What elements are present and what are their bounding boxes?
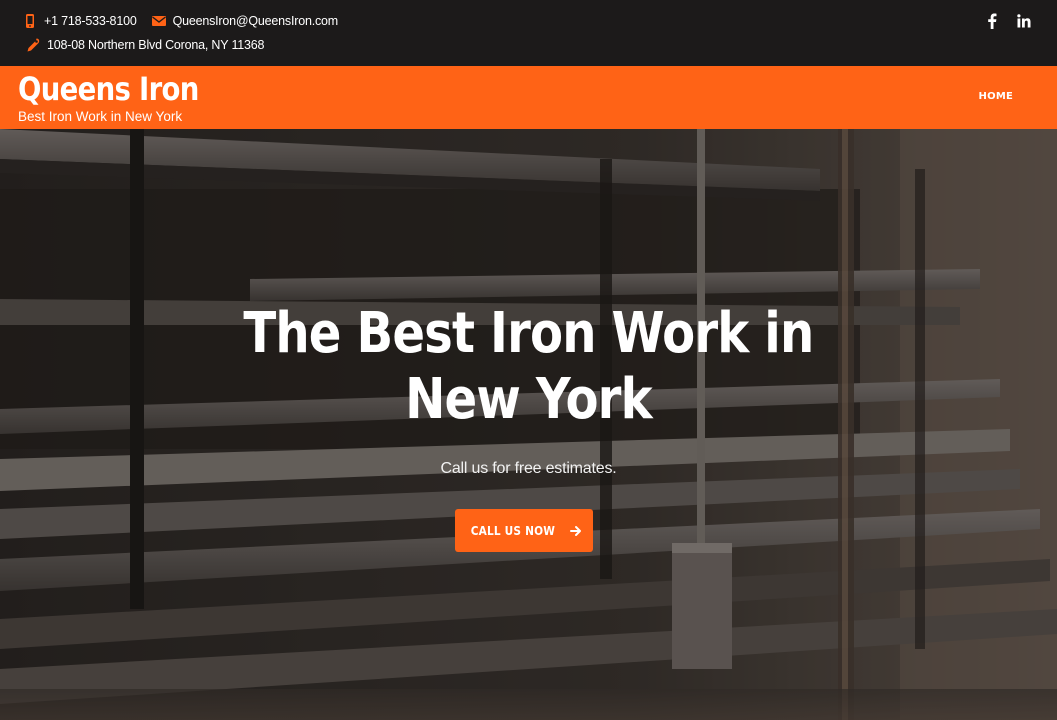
phone-contact[interactable]: +1 718-533-8100 bbox=[22, 13, 137, 29]
contact-row-secondary: 108-08 Northern Blvd Corona, NY 11368 bbox=[25, 36, 278, 54]
map-marker-icon bbox=[25, 37, 41, 53]
linkedin-icon[interactable] bbox=[1015, 12, 1033, 30]
hero-subtitle: Call us for free estimates. bbox=[440, 460, 617, 477]
street-address: 108-08 Northern Blvd Corona, NY 11368 bbox=[47, 38, 265, 52]
site-tagline: Best Iron Work in New York bbox=[18, 109, 183, 124]
contact-row-primary: +1 718-533-8100 QueensIron@QueensIron.co… bbox=[22, 12, 352, 30]
social-links bbox=[969, 12, 1033, 30]
facebook-icon[interactable] bbox=[983, 12, 1001, 30]
arrow-right-icon bbox=[569, 524, 583, 538]
hero-section: The Best Iron Work in New York Call us f… bbox=[0, 129, 1057, 720]
phone-number: +1 718-533-8100 bbox=[44, 14, 137, 28]
phone-icon bbox=[22, 13, 38, 29]
top-contact-bar: +1 718-533-8100 QueensIron@QueensIron.co… bbox=[0, 0, 1057, 66]
hero-title-line-1: The Best Iron Work in bbox=[243, 301, 815, 366]
email-contact[interactable]: QueensIron@QueensIron.com bbox=[151, 13, 338, 29]
site-header: Queens Iron Best Iron Work in New York H… bbox=[0, 66, 1057, 129]
call-us-now-button[interactable]: CALL US NOW bbox=[455, 509, 593, 552]
site-logo-title[interactable]: Queens Iron bbox=[18, 69, 199, 109]
hero-title: The Best Iron Work in New York bbox=[0, 301, 1057, 433]
address-contact[interactable]: 108-08 Northern Blvd Corona, NY 11368 bbox=[25, 37, 264, 53]
cta-label: CALL US NOW bbox=[470, 523, 556, 538]
envelope-icon bbox=[151, 13, 167, 29]
email-address: QueensIron@QueensIron.com bbox=[172, 14, 339, 28]
hero-title-line-2: New York bbox=[405, 367, 653, 432]
nav-item-home[interactable]: HOME bbox=[979, 91, 1013, 102]
